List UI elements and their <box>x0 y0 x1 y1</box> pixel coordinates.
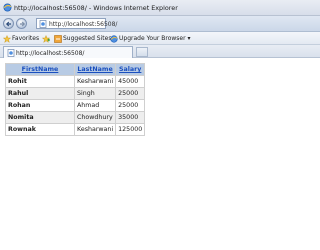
cell-lastname: Ahmad <box>73 99 117 112</box>
tab-page-icon <box>7 49 15 57</box>
cell-lastname: Chowdhury <box>73 111 117 124</box>
cell-firstname: Rohit <box>5 75 75 88</box>
cell-salary: 35000 <box>115 111 146 124</box>
table-row: Rohit Kesharwani 45000 <box>5 75 146 88</box>
forward-arrow-icon <box>20 21 26 27</box>
cell-lastname: Kesharwani <box>73 75 117 88</box>
favorites-label: Favorites <box>12 35 40 42</box>
navigation-bar: http://localhost:56508/ <box>0 16 320 32</box>
column-header-firstname[interactable]: FirstName <box>5 63 75 76</box>
browser-upgrade-icon <box>110 34 118 43</box>
address-url: http://localhost:56508/ <box>49 20 118 28</box>
suggested-sites-icon <box>54 34 62 43</box>
suggested-sites-label: Suggested Sites ▾ <box>63 35 117 42</box>
cell-firstname: Nomita <box>5 111 75 124</box>
table-row: Nomita Chowdhury 35000 <box>5 111 146 124</box>
page-content: FirstName LastName Salary Rohit Kesharwa… <box>0 58 320 250</box>
favorites-bar: Favorites Suggested Sites ▾ Upgrade Your… <box>0 32 320 45</box>
cell-firstname: Rahul <box>5 87 75 100</box>
upgrade-browser-label: Upgrade Your Browser ▾ <box>119 35 191 42</box>
cell-salary: 25000 <box>115 99 146 112</box>
window-title: http://localhost:56508/ - Windows Intern… <box>14 4 178 12</box>
favorites-star-icon <box>3 34 11 43</box>
table-row: Rohan Ahmad 25000 <box>5 99 146 112</box>
employee-table: FirstName LastName Salary Rohit Kesharwa… <box>5 63 146 136</box>
internet-explorer-icon <box>3 3 12 12</box>
tab-localhost[interactable]: http://localhost:56508/ <box>3 46 133 58</box>
cell-firstname: Rownak <box>5 123 75 136</box>
cell-lastname: Singh <box>73 87 117 100</box>
tab-bar: http://localhost:56508/ <box>0 45 320 58</box>
add-to-favorites-icon <box>42 34 50 43</box>
table-header-row: FirstName LastName Salary <box>5 63 146 76</box>
table-row: Rahul Singh 25000 <box>5 87 146 100</box>
column-header-lastname[interactable]: LastName <box>73 63 117 76</box>
cell-salary: 25000 <box>115 87 146 100</box>
cell-lastname: Kesharwani <box>73 123 117 136</box>
forward-button[interactable] <box>16 18 27 29</box>
table-row: Rownak Kesharwani 125000 <box>5 123 146 136</box>
tab-label: http://localhost:56508/ <box>16 49 85 57</box>
column-header-salary[interactable]: Salary <box>115 63 146 76</box>
back-arrow-icon <box>5 21 11 27</box>
back-button[interactable] <box>3 18 14 29</box>
address-bar[interactable]: http://localhost:56508/ <box>36 18 117 29</box>
new-tab-button[interactable] <box>136 47 148 57</box>
page-icon <box>39 20 47 28</box>
cell-firstname: Rohan <box>5 99 75 112</box>
cell-salary: 125000 <box>115 123 146 136</box>
window-titlebar: http://localhost:56508/ - Windows Intern… <box>0 0 320 16</box>
cell-salary: 45000 <box>115 75 146 88</box>
